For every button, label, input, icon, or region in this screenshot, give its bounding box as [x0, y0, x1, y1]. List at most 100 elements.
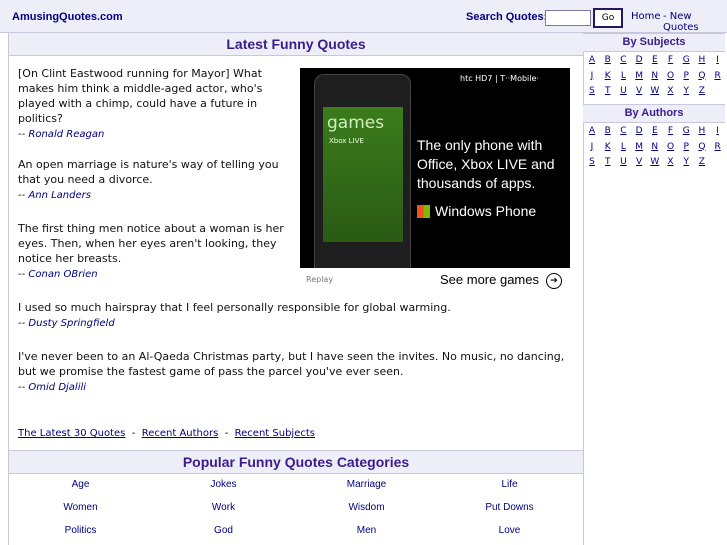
quote-item: I used so much hairspray that I feel per…: [18, 300, 574, 331]
quote-author-link[interactable]: Ann Landers: [28, 190, 91, 201]
ad-cta-link[interactable]: See more games: [440, 272, 539, 287]
new-quotes-link[interactable]: - New Quotes: [663, 11, 727, 33]
author-letter-link[interactable]: C: [617, 126, 629, 136]
search-label: Search Quotes:: [466, 11, 548, 23]
subject-letter-link[interactable]: X: [665, 86, 677, 96]
subject-letter-link[interactable]: M: [633, 71, 645, 81]
latest-30-quotes-link[interactable]: The Latest 30 Quotes: [18, 428, 125, 439]
category-link[interactable]: Wisdom: [295, 502, 438, 513]
by-authors-title: By Authors: [583, 104, 725, 123]
link-separator: -: [224, 428, 229, 439]
quote-author-link[interactable]: Omid Djalili: [28, 382, 86, 393]
author-letter-link[interactable]: H: [696, 126, 708, 136]
subject-letter-link[interactable]: R: [712, 71, 724, 81]
site-header: AmusingQuotes.com Search Quotes: Go Home…: [0, 0, 727, 33]
recent-authors-link[interactable]: Recent Authors: [142, 428, 219, 439]
author-letter-link[interactable]: Z: [696, 157, 708, 167]
author-letter-link[interactable]: O: [665, 142, 677, 152]
quote-author-link[interactable]: Ronald Reagan: [28, 129, 104, 140]
subject-letter-link[interactable]: S: [586, 86, 598, 96]
subject-letter-link[interactable]: Y: [680, 86, 692, 96]
quote-item: [On Clint Eastwood running for Mayor] Wh…: [18, 66, 290, 142]
subject-letter-link[interactable]: Z: [696, 86, 708, 96]
author-letter-link[interactable]: E: [649, 126, 661, 136]
author-letter-link[interactable]: S: [586, 157, 598, 167]
category-link[interactable]: Age: [9, 479, 152, 490]
author-letter-link[interactable]: V: [633, 157, 645, 167]
ad-headline: The only phone with Office, Xbox LIVE an…: [417, 137, 555, 191]
subject-letter-link[interactable]: J: [586, 71, 598, 81]
author-letter-link[interactable]: L: [617, 142, 629, 152]
ad-product-name: Windows Phone: [435, 203, 537, 219]
subject-letter-link[interactable]: N: [649, 71, 661, 81]
author-letter-link[interactable]: D: [633, 126, 645, 136]
author-letter-link[interactable]: Y: [680, 157, 692, 167]
category-link[interactable]: Politics: [9, 525, 152, 536]
author-letter-link[interactable]: G: [680, 126, 692, 136]
subject-letter-link[interactable]: D: [633, 55, 645, 65]
advertisement-banner[interactable]: games Xbox LIVE htc HD7 | T··Mobile· The…: [300, 68, 570, 292]
category-link[interactable]: Marriage: [295, 479, 438, 490]
quote-author-link[interactable]: Dusty Springfield: [28, 318, 114, 329]
ad-replay-button[interactable]: Replay: [306, 275, 333, 284]
category-link[interactable]: Work: [152, 502, 295, 513]
subject-letter-link[interactable]: A: [586, 55, 598, 65]
subject-letter-link[interactable]: H: [696, 55, 708, 65]
categories-title: Popular Funny Quotes Categories: [9, 450, 583, 474]
recent-subjects-link[interactable]: Recent Subjects: [235, 428, 315, 439]
windows-phone-label: Windows Phone: [417, 203, 536, 219]
author-letter-link[interactable]: F: [665, 126, 677, 136]
arrow-right-icon[interactable]: ➔: [546, 273, 562, 289]
link-separator: -: [131, 428, 136, 439]
category-link[interactable]: Women: [9, 502, 152, 513]
author-letter-link[interactable]: W: [649, 157, 661, 167]
subject-letter-link[interactable]: T: [602, 86, 614, 96]
quote-text: The first thing men notice about a woman…: [18, 222, 284, 265]
author-letter-link[interactable]: Q: [696, 142, 708, 152]
author-letter-link[interactable]: M: [633, 142, 645, 152]
subject-letter-link[interactable]: E: [649, 55, 661, 65]
category-link[interactable]: Love: [438, 525, 581, 536]
subject-letter-link[interactable]: C: [617, 55, 629, 65]
subject-letter-link[interactable]: K: [602, 71, 614, 81]
home-link[interactable]: Home: [631, 11, 661, 22]
go-button[interactable]: Go: [593, 8, 623, 28]
quote-author-link[interactable]: Conan OBrien: [28, 269, 97, 280]
subject-letter-link[interactable]: Q: [696, 71, 708, 81]
author-letter-link[interactable]: K: [602, 142, 614, 152]
subject-letter-link[interactable]: P: [680, 71, 692, 81]
author-letter-link[interactable]: P: [680, 142, 692, 152]
category-link[interactable]: Men: [295, 525, 438, 536]
subject-letter-link[interactable]: I: [712, 55, 724, 65]
author-letter-link[interactable]: B: [602, 126, 614, 136]
author-letter-link[interactable]: U: [617, 157, 629, 167]
category-link[interactable]: Jokes: [152, 479, 295, 490]
author-letter-link[interactable]: T: [602, 157, 614, 167]
subject-letter-link[interactable]: V: [633, 86, 645, 96]
subject-letter-link[interactable]: L: [617, 71, 629, 81]
category-link[interactable]: Life: [438, 479, 581, 490]
author-letter-link[interactable]: A: [586, 126, 598, 136]
author-letter-link[interactable]: N: [649, 142, 661, 152]
main-content: Latest Funny Quotes [On Clint Eastwood r…: [8, 33, 584, 545]
quote-text: An open marriage is nature's way of tell…: [18, 158, 279, 186]
subject-letter-link[interactable]: U: [617, 86, 629, 96]
by-subjects-title: By Subjects: [583, 33, 725, 52]
quote-item: An open marriage is nature's way of tell…: [18, 157, 290, 203]
author-letter-link[interactable]: R: [712, 142, 724, 152]
quote-text: I used so much hairspray that I feel per…: [18, 301, 451, 314]
search-input[interactable]: [545, 10, 591, 26]
subject-letter-link[interactable]: W: [649, 86, 661, 96]
subject-letter-link[interactable]: G: [680, 55, 692, 65]
author-letter-link[interactable]: J: [586, 142, 598, 152]
author-letter-link[interactable]: I: [712, 126, 724, 136]
author-letter-link[interactable]: X: [665, 157, 677, 167]
category-link[interactable]: Put Downs: [438, 502, 581, 513]
category-link[interactable]: God: [152, 525, 295, 536]
subject-letter-link[interactable]: O: [665, 71, 677, 81]
subject-letter-link[interactable]: F: [665, 55, 677, 65]
site-logo-link[interactable]: AmusingQuotes.com: [12, 11, 123, 23]
windows-logo-icon: [417, 205, 430, 218]
subject-letter-link[interactable]: B: [602, 55, 614, 65]
author-dash: --: [18, 382, 26, 393]
